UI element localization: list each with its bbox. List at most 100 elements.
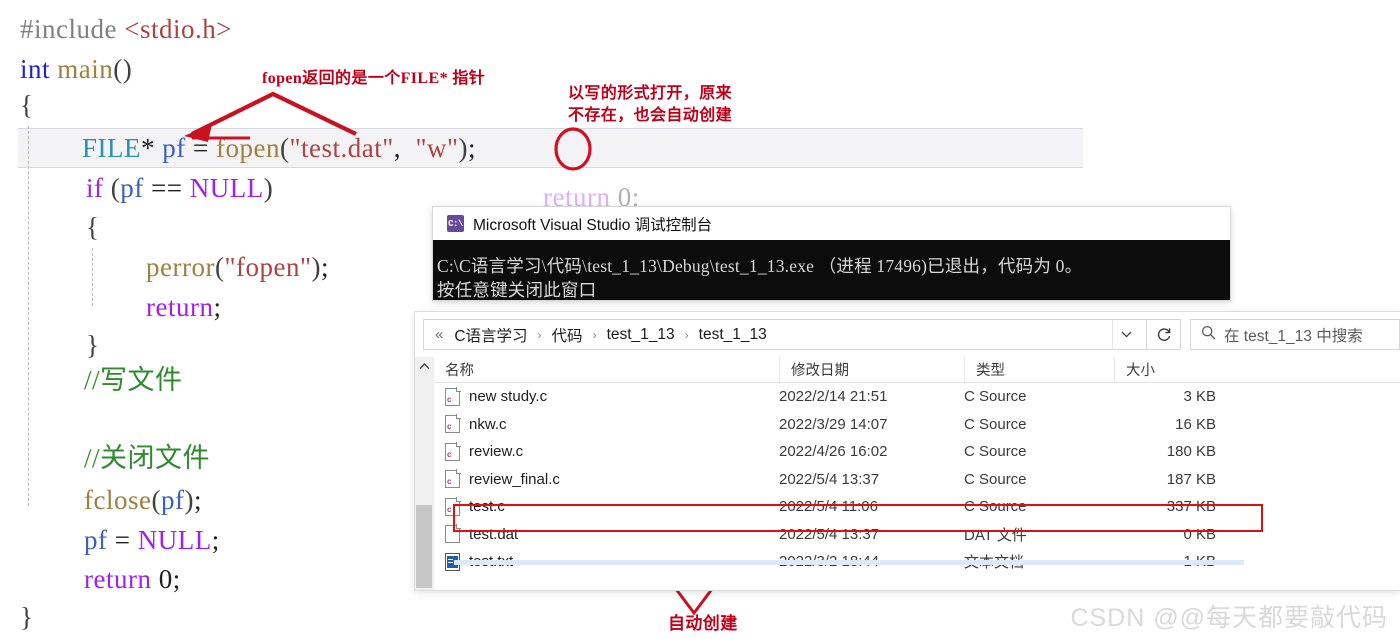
token-comment-close-file: //关闭文件 xyxy=(84,443,211,473)
c-source-file-icon: c xyxy=(445,496,461,516)
file-date-cell: 2022/5/4 13:37 xyxy=(779,525,880,543)
file-size-cell: 187 KB xyxy=(1166,470,1216,488)
token-zero: 0 xyxy=(158,564,173,594)
search-placeholder-text: 在 test_1_13 中搜索 xyxy=(1224,327,1363,345)
file-name-label: test.dat xyxy=(469,525,519,543)
token-star: * xyxy=(141,133,155,163)
token-if: if xyxy=(86,173,104,203)
breadcrumb-item-1[interactable]: 代码 xyxy=(548,323,587,347)
file-type-cell: C Source xyxy=(964,443,1027,461)
code-line-5: if (pf == NULL) xyxy=(86,173,274,203)
annotation-write-mode-line2: 不存在，也会自动创建 xyxy=(568,107,733,124)
code-line-13: pf = NULL; xyxy=(84,525,220,555)
token-assign: = xyxy=(193,133,209,163)
file-name-label: nkw.c xyxy=(469,415,507,433)
refresh-icon[interactable] xyxy=(1147,319,1181,350)
breadcrumb-item-3[interactable]: test_1_13 xyxy=(695,325,771,345)
c-source-file-icon: c xyxy=(445,414,461,434)
code-line-1: #include <stdio.h> xyxy=(20,14,232,44)
chevron-down-icon[interactable] xyxy=(1112,320,1140,349)
csdn-watermark: CSDN @@每天都要敲代码 xyxy=(1070,604,1388,632)
console-output-line-1: C:\C语言学习\代码\test_1_13\Debug\test_1_13.ex… xyxy=(437,256,1083,276)
c-source-file-icon: c xyxy=(445,441,461,461)
code-line-6: { xyxy=(86,212,100,242)
file-name-label: test.c xyxy=(469,498,505,516)
annotation-auto-create-note: 自动创建 xyxy=(668,614,738,633)
column-header-name[interactable]: 名称 xyxy=(434,357,779,383)
code-line-3: { xyxy=(20,90,33,120)
table-row[interactable]: c test.c 2022/5/4 11:06 C Source 337 KB xyxy=(434,493,1400,521)
table-row[interactable]: c review.c 2022/4/26 16:02 C Source 180 KB xyxy=(434,438,1400,466)
table-row[interactable]: c new study.c 2022/2/14 21:51 C Source 3 KB xyxy=(434,383,1400,411)
file-type-cell: C Source xyxy=(964,388,1027,406)
token-filename: "test.dat" xyxy=(289,133,394,163)
file-type-cell: DAT 文件 xyxy=(964,526,1027,544)
table-row[interactable]: c review_final.c 2022/5/4 13:37 C Source 187… xyxy=(434,466,1400,494)
code-line-11: //关闭文件 xyxy=(84,443,210,473)
file-size-cell: 16 KB xyxy=(1175,415,1216,433)
explorer-file-list-area[interactable]: 名称 修改日期 类型 大小 c new study.c 2022/2/14 21:5… xyxy=(415,356,1400,590)
selection-bar xyxy=(454,560,1244,565)
indent-guide xyxy=(92,248,93,306)
c-source-file-icon: c xyxy=(445,386,461,406)
column-header-type[interactable]: 类型 xyxy=(964,356,1114,383)
file-size-cell: 337 KB xyxy=(1166,498,1216,516)
breadcrumb-separator-icon[interactable]: › xyxy=(589,328,601,342)
annotation-write-mode-note: 以写的形式打开，原来 不存在，也会自动创建 xyxy=(568,83,732,127)
file-name-label: review.c xyxy=(469,443,524,461)
breadcrumb-overflow-icon[interactable]: « xyxy=(430,326,448,343)
file-rows-container[interactable]: c new study.c 2022/2/14 21:51 C Source 3 KB c… xyxy=(434,383,1400,576)
scrollbar-thumb[interactable] xyxy=(416,505,432,588)
chevron-up-icon[interactable] xyxy=(415,357,433,376)
code-line-15: } xyxy=(20,602,34,632)
code-line-2: int main() xyxy=(20,54,132,84)
token-comment-write-file: //写文件 xyxy=(84,365,183,395)
file-name-cell: c review.c xyxy=(434,438,779,466)
file-name-cell: c test.c xyxy=(434,493,779,521)
file-name-label: review_final.c xyxy=(469,470,560,488)
token-mode: "w" xyxy=(415,133,459,163)
table-row[interactable]: c nkw.c 2022/3/29 14:07 C Source 16 KB xyxy=(434,411,1400,439)
code-line-12: fclose(pf); xyxy=(84,485,202,515)
file-size-cell: 0 KB xyxy=(1183,525,1216,543)
breadcrumb[interactable]: « C语言学习 › 代码 › test_1_13 › test_1_13 xyxy=(423,319,1147,350)
blank-file-icon xyxy=(445,524,461,544)
file-name-cell: c new study.c xyxy=(434,383,779,411)
code-line-8: return; xyxy=(146,292,222,322)
scrollbar[interactable] xyxy=(415,357,434,590)
column-header-date[interactable]: 修改日期 xyxy=(779,356,964,383)
file-date-cell: 2022/5/4 11:06 xyxy=(779,498,878,516)
token-brace-open: { xyxy=(20,90,34,120)
search-input[interactable]: 在 test_1_13 中搜索 xyxy=(1190,319,1400,350)
visual-studio-debug-console-window[interactable]: C:\ Microsoft Visual Studio 调试控制台 C:\C语言… xyxy=(433,207,1230,300)
token-header: <stdio.h> xyxy=(124,14,232,44)
file-name-cell: c nkw.c xyxy=(434,411,779,439)
c-source-file-icon: c xyxy=(445,469,461,489)
token-fclose: fclose xyxy=(84,485,152,515)
breadcrumb-item-2[interactable]: test_1_13 xyxy=(603,325,679,345)
console-app-icon: C:\ xyxy=(447,215,464,232)
token-int: int xyxy=(20,54,51,84)
indent-guide xyxy=(28,126,29,506)
annotation-write-mode-line1: 以写的形式打开，原来 xyxy=(568,85,733,102)
table-row[interactable]: test.dat 2022/5/4 13:37 DAT 文件 0 KB xyxy=(434,521,1400,549)
console-titlebar[interactable]: C:\ Microsoft Visual Studio 调试控制台 xyxy=(433,207,1230,240)
token-eqeq: == xyxy=(151,173,183,203)
breadcrumb-separator-icon[interactable]: › xyxy=(681,328,693,342)
token-fopen: fopen xyxy=(215,133,280,163)
file-type-cell: C Source xyxy=(964,415,1027,433)
file-date-cell: 2022/5/4 13:37 xyxy=(779,470,880,488)
file-name-cell: test.dat xyxy=(434,521,779,549)
file-type-cell: C Source xyxy=(964,470,1027,488)
file-type-cell: C Source xyxy=(964,498,1027,516)
file-explorer-window[interactable]: « C语言学习 › 代码 › test_1_13 › test_1_13 在 t… xyxy=(415,312,1400,590)
breadcrumb-separator-icon[interactable]: › xyxy=(534,328,546,342)
token-FILE: FILE xyxy=(82,133,141,163)
annotation-pointer-note: fopen返回的是一个FILE* 指针 xyxy=(262,70,486,87)
file-name-cell: c review_final.c xyxy=(434,466,779,494)
token-return: return xyxy=(146,292,214,322)
console-output-area[interactable]: C:\C语言学习\代码\test_1_13\Debug\test_1_13.ex… xyxy=(433,240,1230,300)
breadcrumb-item-0[interactable]: C语言学习 xyxy=(450,323,531,347)
token-perror: perror xyxy=(146,252,215,282)
column-header-size[interactable]: 大小 xyxy=(1114,356,1234,383)
